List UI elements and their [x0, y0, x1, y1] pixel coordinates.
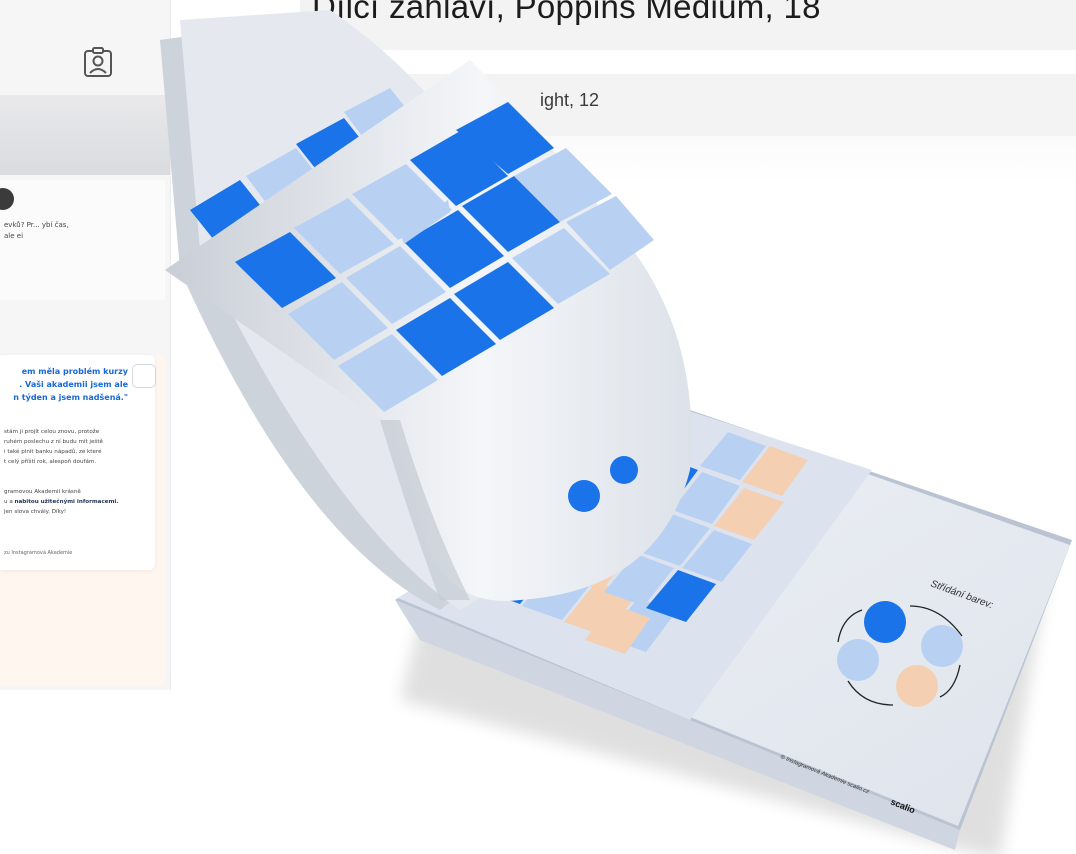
booklet-illustration: Střídání barev: © Instagramová Akademie … — [160, 10, 1072, 854]
curl-circle-1 — [568, 480, 600, 512]
curl-circle-2 — [610, 456, 638, 484]
